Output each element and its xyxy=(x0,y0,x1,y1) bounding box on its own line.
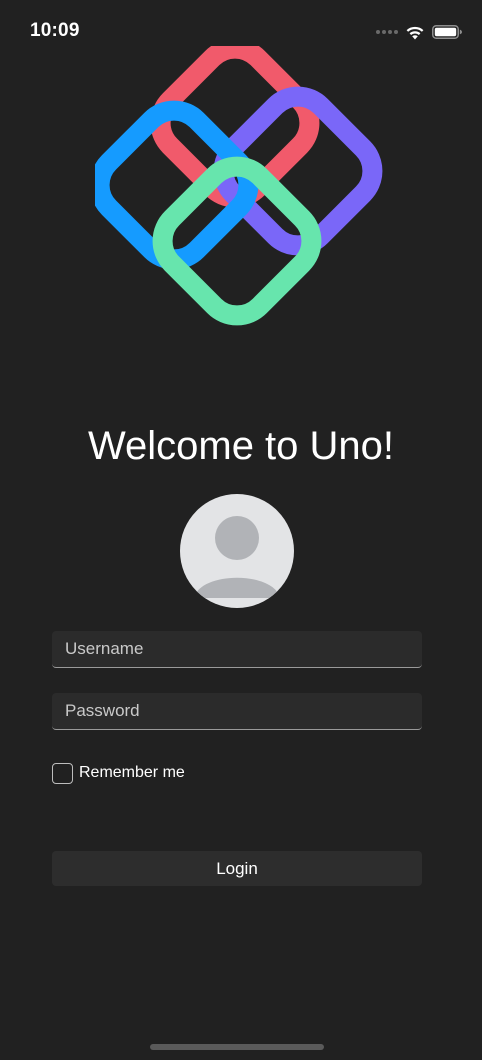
username-input[interactable] xyxy=(52,631,422,667)
password-field[interactable] xyxy=(52,693,422,730)
password-input[interactable] xyxy=(52,693,422,729)
battery-icon xyxy=(432,25,462,39)
remember-me-checkbox[interactable] xyxy=(52,762,73,784)
wifi-icon xyxy=(406,26,424,39)
signal-dots-icon xyxy=(376,30,398,34)
welcome-title: Welcome to Uno! xyxy=(87,424,395,468)
home-indicator xyxy=(150,1044,324,1050)
username-field[interactable] xyxy=(52,631,422,668)
uno-logo xyxy=(95,46,383,326)
login-button[interactable]: Login xyxy=(52,851,422,886)
user-avatar-icon xyxy=(180,494,294,608)
status-time: 10:09 xyxy=(30,20,80,41)
status-icons xyxy=(376,22,462,42)
remember-me-option[interactable]: Remember me xyxy=(52,761,185,785)
remember-me-label: Remember me xyxy=(79,764,185,781)
